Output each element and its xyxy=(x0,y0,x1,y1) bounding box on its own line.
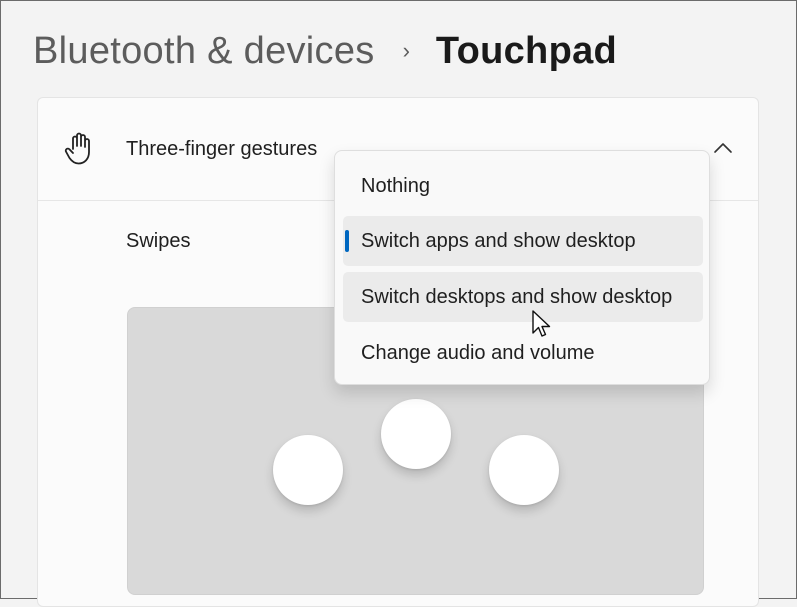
option-label: Switch desktops and show desktop xyxy=(361,286,673,308)
swipes-label: Swipes xyxy=(126,230,191,252)
option-switch-apps[interactable]: Switch apps and show desktop xyxy=(343,216,703,266)
chevron-up-icon[interactable] xyxy=(713,140,733,156)
option-switch-desktops[interactable]: Switch desktops and show desktop xyxy=(343,272,703,322)
mouse-cursor-icon xyxy=(532,310,551,337)
option-label: Switch apps and show desktop xyxy=(361,230,636,252)
option-change-audio[interactable]: Change audio and volume xyxy=(343,328,703,378)
finger-right-circle xyxy=(489,435,559,505)
finger-middle-circle xyxy=(381,399,451,469)
breadcrumb: Bluetooth & devices › Touchpad xyxy=(33,25,617,77)
breadcrumb-separator-icon: › xyxy=(402,38,410,63)
breadcrumb-parent-link[interactable]: Bluetooth & devices xyxy=(33,25,375,77)
finger-left-circle xyxy=(273,435,343,505)
option-label: Change audio and volume xyxy=(361,342,595,364)
hand-icon xyxy=(64,132,90,165)
page-title: Touchpad xyxy=(435,30,618,72)
option-nothing[interactable]: Nothing xyxy=(343,161,703,211)
swipes-dropdown-menu: Nothing Switch apps and show desktop Swi… xyxy=(334,150,710,385)
settings-window: Bluetooth & devices › Touchpad Three-fin… xyxy=(0,0,797,607)
three-finger-gestures-label: Three-finger gestures xyxy=(126,138,318,160)
option-label: Nothing xyxy=(361,175,430,197)
selected-indicator xyxy=(345,230,349,252)
